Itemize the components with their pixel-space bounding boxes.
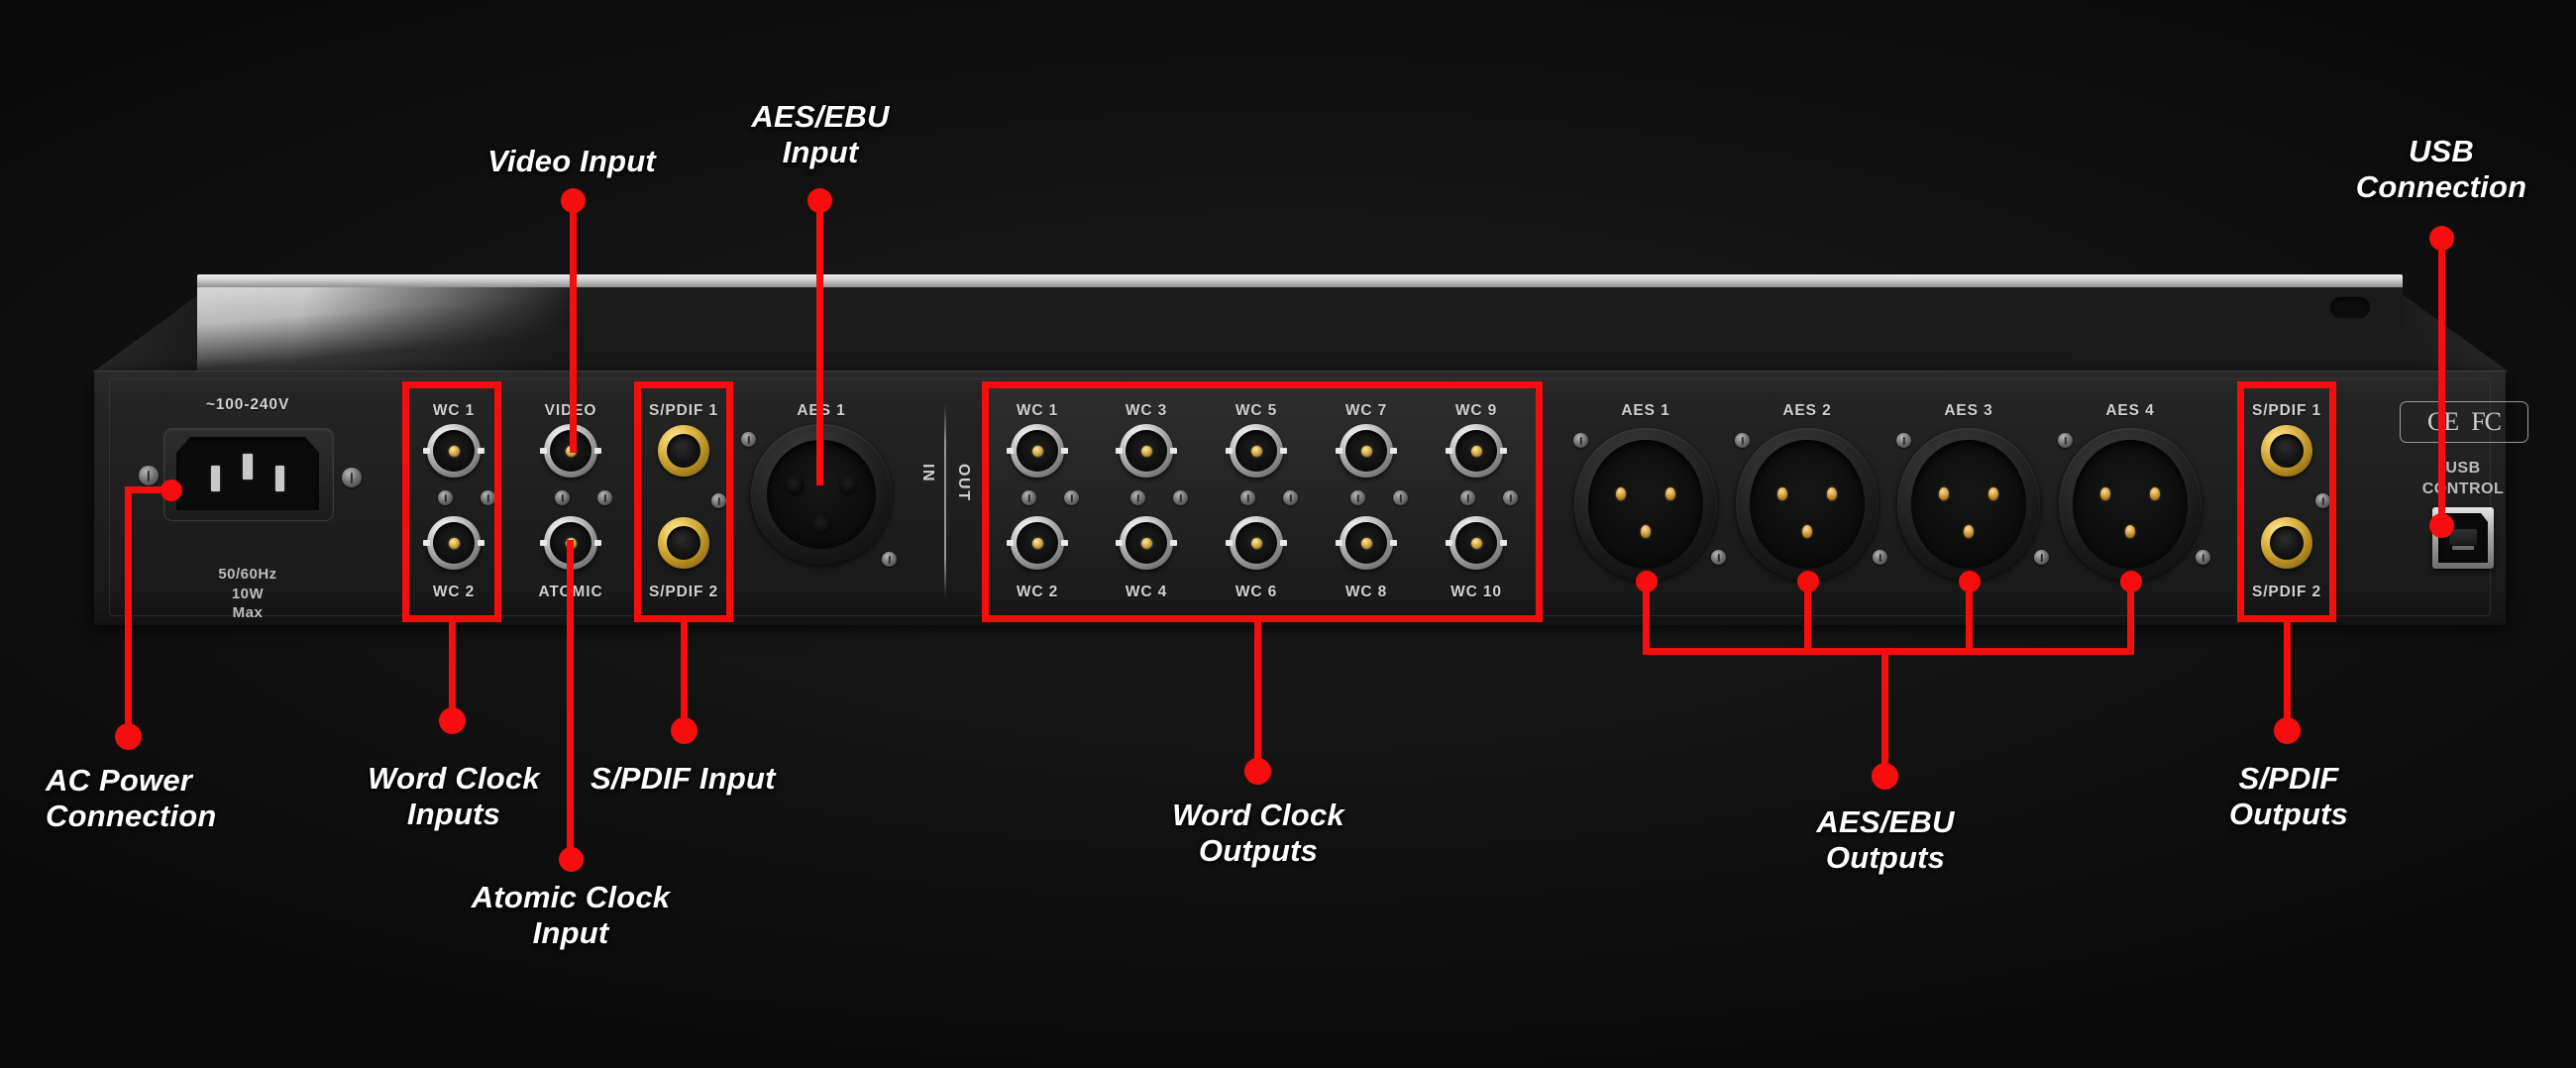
screw-aes4-br [2196, 550, 2210, 565]
callout-line-aes-input [816, 200, 823, 485]
xlr-output-aes4[interactable] [2059, 428, 2201, 581]
usb-b-tongue [2449, 529, 2477, 550]
screw-video-a [555, 490, 570, 505]
label-out-aes4: AES 4 [2105, 402, 2155, 419]
callout-dot-aes-input [807, 188, 832, 213]
label-out-aes3: AES 3 [1944, 402, 1993, 419]
iec-pin-right [275, 466, 284, 491]
callout-line-spdif-outputs [2284, 622, 2291, 729]
callout-box-spdif-outputs [2237, 381, 2336, 622]
iec-pin-earth [243, 454, 253, 480]
callout-dot-usb-anchor [2429, 513, 2454, 538]
callout-aes-ebu-outputs: AES/EBU Outputs [1816, 804, 1955, 876]
screw-iec-right [342, 468, 362, 487]
callout-dot-ac-power-anchor [161, 480, 182, 501]
certification-marks: CE FC [2400, 401, 2528, 443]
callout-box-word-clock-inputs [402, 381, 501, 622]
callout-line-word-clock-outputs [1254, 622, 1261, 769]
callout-dot-ac-power [115, 723, 142, 750]
label-usb-control: USB CONTROL [2421, 460, 2505, 497]
chassis-left-wing [92, 287, 209, 373]
callout-dot-aes2-anchor [1797, 571, 1819, 592]
xlr-output-aes3[interactable] [1897, 428, 2040, 581]
callout-line-atomic-input [567, 540, 574, 857]
callout-box-spdif-input [634, 381, 733, 622]
callout-dot-spdif-outputs [2274, 717, 2301, 744]
chassis-lid-top-edge [197, 274, 2403, 287]
callout-dot-spdif-input [671, 717, 698, 744]
screw-aes2-tl [1735, 433, 1750, 448]
xlr-output-aes2[interactable] [1736, 428, 1878, 581]
screw-aes2-br [1873, 550, 1887, 565]
screw-aes4-tl [2058, 433, 2073, 448]
callout-line-ac-power-v [125, 486, 132, 736]
callout-dot-video-input [561, 188, 586, 213]
callout-word-clock-outputs: Word Clock Outputs [1172, 798, 1344, 869]
callout-line-video-input [570, 200, 577, 453]
callout-dot-usb-top [2429, 226, 2454, 251]
label-divider-out: OUT [955, 464, 972, 502]
screw-aes-in-br [882, 552, 897, 567]
in-out-divider-line [944, 404, 946, 597]
callout-line-aes-drop [1881, 648, 1888, 773]
label-divider-in: IN [919, 464, 936, 483]
diagram-canvas: ~100-240V 50/60Hz 10W Max WC 1 WC 2 VIDE… [0, 0, 2576, 1068]
label-power-spec: 50/60Hz 10W Max [218, 566, 277, 621]
callout-word-clock-inputs: Word Clock Inputs [368, 761, 540, 832]
callout-box-word-clock-outputs [982, 381, 1543, 622]
callout-spdif-input: S/PDIF Input [590, 761, 776, 796]
callout-line-usb [2438, 238, 2445, 528]
callout-atomic-clock-input: Atomic Clock Input [471, 880, 671, 951]
callout-usb-connection: USB Connection [2355, 134, 2527, 205]
callout-line-spdif-input [681, 622, 688, 729]
callout-ac-power: AC Power Connection [46, 763, 217, 834]
screw-video-b [597, 490, 612, 505]
chassis-right-wing [2393, 287, 2510, 373]
chassis-vent-slot [2330, 297, 2370, 318]
label-voltage: ~100-240V [205, 396, 290, 413]
callout-dot-aes-outputs [1872, 763, 1898, 790]
callout-spdif-outputs: S/PDIF Outputs [2228, 761, 2349, 832]
callout-dot-aes3-anchor [1959, 571, 1981, 592]
screw-iec-left [139, 466, 159, 485]
screw-aes1-br [1711, 550, 1726, 565]
callout-video-input: Video Input [487, 144, 656, 178]
iec-pin-left [211, 466, 220, 491]
label-out-aes1: AES 1 [1621, 402, 1670, 419]
callout-line-word-clock-inputs [449, 622, 456, 719]
chassis-lid-shading [197, 286, 2403, 372]
callout-aes-ebu-input: AES/EBU Input [751, 99, 890, 170]
screw-aes-in-tl [741, 432, 756, 447]
callout-dot-aes1-anchor [1636, 571, 1658, 592]
callout-dot-atomic-input [559, 847, 584, 872]
screw-aes3-tl [1896, 433, 1911, 448]
xlr-output-aes1[interactable] [1574, 428, 1717, 581]
label-out-aes2: AES 2 [1782, 402, 1832, 419]
callout-line-aes-bus [1643, 648, 2134, 655]
callout-dot-word-clock-outputs [1244, 758, 1271, 785]
callout-dot-aes4-anchor [2120, 571, 2142, 592]
screw-aes3-br [2034, 550, 2049, 565]
screw-aes1-tl [1573, 433, 1588, 448]
fcc-mark-icon: FC [2471, 407, 2502, 436]
callout-dot-word-clock-inputs [439, 707, 466, 734]
